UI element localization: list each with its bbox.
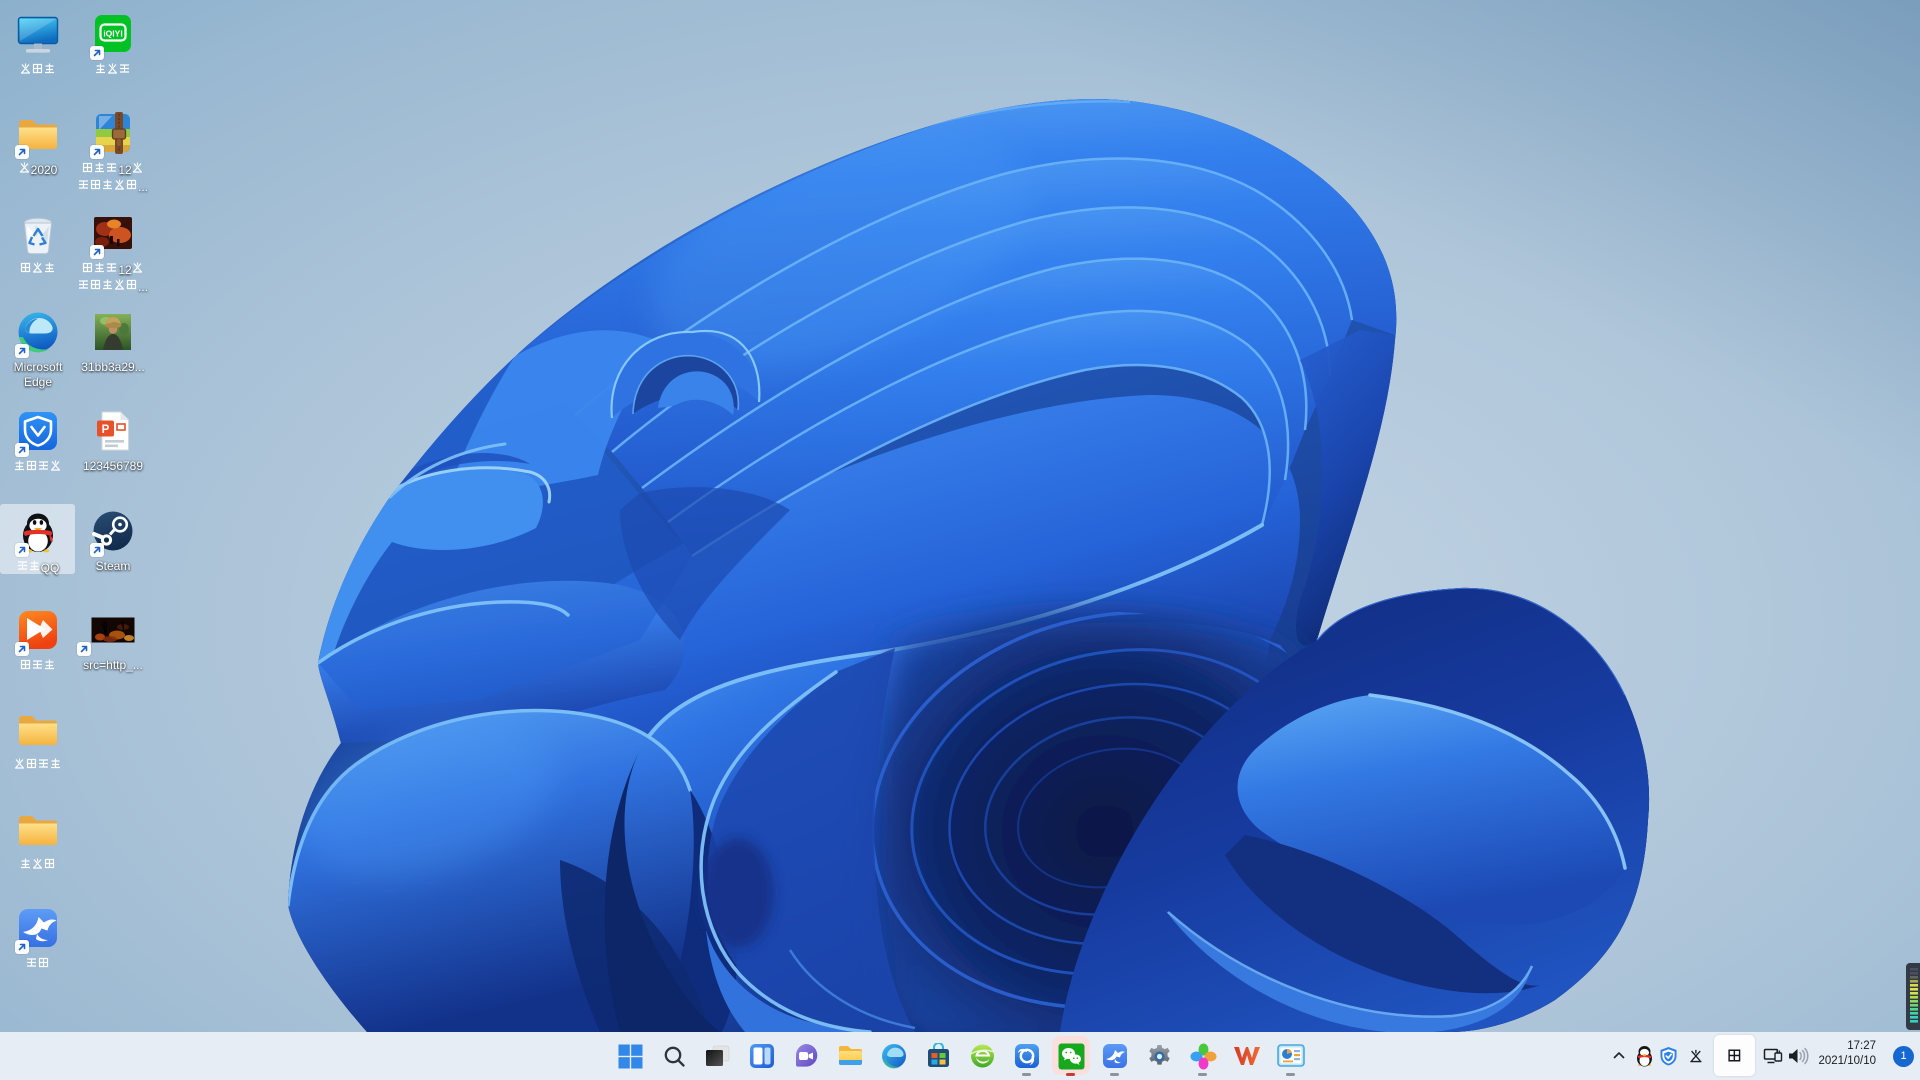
svg-text:iQIYI: iQIYI [103, 29, 122, 39]
svg-text:P: P [102, 424, 110, 436]
